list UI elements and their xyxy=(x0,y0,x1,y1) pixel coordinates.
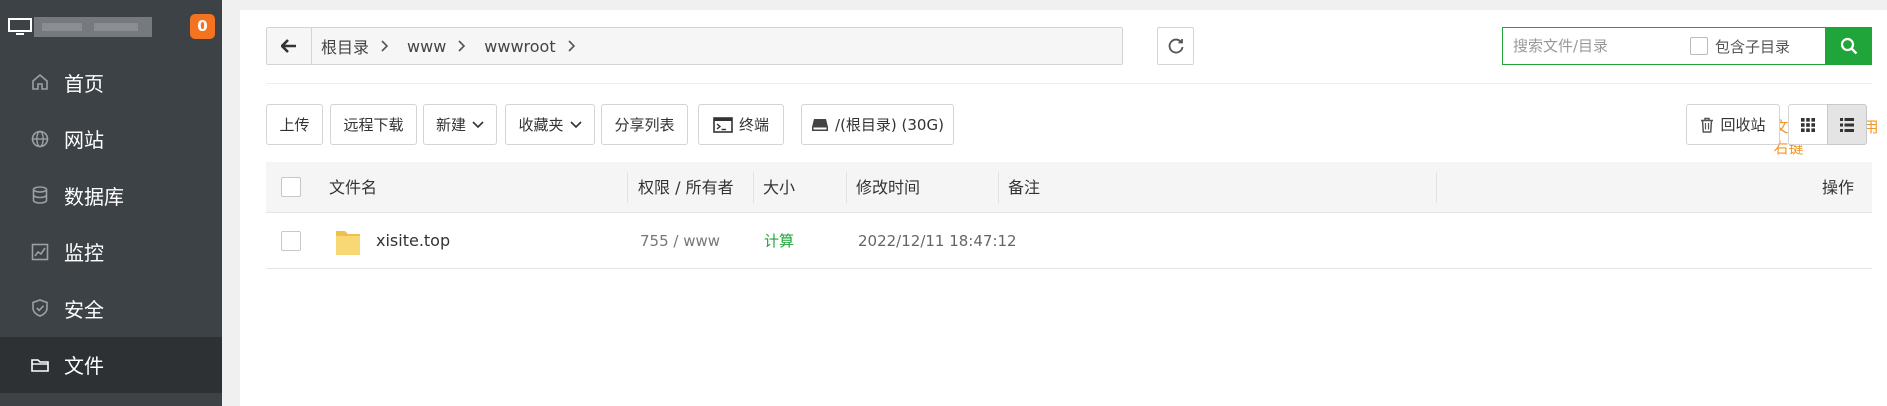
column-divider xyxy=(1436,172,1437,203)
sidebar-item-label: 安全 xyxy=(64,297,104,322)
refresh-icon xyxy=(1168,38,1183,54)
sidebar-item-label: 监控 xyxy=(64,241,104,266)
grid-view-icon xyxy=(1801,117,1815,132)
column-divider xyxy=(846,172,847,203)
sidebar: 0 首页 网站 数据库 监控 安全 文件 xyxy=(0,0,222,406)
header-size[interactable]: 大小 xyxy=(763,162,795,213)
breadcrumb-root[interactable]: 根目录 xyxy=(321,34,369,58)
header-filename[interactable]: 文件名 xyxy=(329,162,377,213)
modified-time: 2022/12/11 18:47:12 xyxy=(858,232,1017,250)
chevron-down-icon xyxy=(472,120,484,128)
disk-button[interactable]: /(根目录) (30G) xyxy=(801,104,954,145)
server-monitor-icon xyxy=(8,18,32,35)
include-subdir-checkbox[interactable] xyxy=(1690,37,1708,55)
favorites-dropdown-button[interactable]: 收藏夹 xyxy=(505,104,595,145)
search-button[interactable] xyxy=(1826,27,1872,65)
home-icon xyxy=(32,74,48,91)
arrow-left-icon xyxy=(281,39,296,53)
remote-download-label: 远程下载 xyxy=(343,116,404,134)
header-permission-owner[interactable]: 权限 / 所有者 xyxy=(638,162,734,213)
header-actions: 操作 xyxy=(1821,178,1854,197)
monitor-chart-icon xyxy=(31,243,49,261)
table-row[interactable]: xisite.top 755 / www 计算 2022/12/11 18:47… xyxy=(266,213,1872,269)
folder-icon xyxy=(336,231,360,255)
sidebar-item-files[interactable]: 文件 xyxy=(0,336,222,393)
column-divider xyxy=(998,172,999,203)
chevron-down-icon xyxy=(569,120,582,128)
breadcrumb: 根目录 www wwwroot xyxy=(321,28,594,64)
sidebar-item-database[interactable]: 数据库 xyxy=(0,167,222,224)
trash-icon xyxy=(1701,117,1714,133)
sidebar-item-label: 数据库 xyxy=(64,184,124,209)
hostname-redacted xyxy=(34,17,152,37)
column-divider xyxy=(627,172,628,203)
share-list-label: 分享列表 xyxy=(614,116,675,134)
back-button[interactable] xyxy=(267,28,312,64)
remote-download-button[interactable]: 远程下载 xyxy=(330,104,417,145)
chevron-right-icon xyxy=(568,40,575,52)
sidebar-header: 0 xyxy=(0,0,222,54)
breadcrumb-www[interactable]: www xyxy=(407,37,446,56)
row-checkbox[interactable] xyxy=(281,231,301,251)
sidebar-item-label: 首页 xyxy=(64,71,104,96)
header-remark: 备注 xyxy=(1008,178,1041,197)
hard-disk-icon xyxy=(812,118,829,131)
disk-label: /(根目录) (30G) xyxy=(835,116,944,134)
column-divider xyxy=(753,172,754,203)
sidebar-item-website[interactable]: 网站 xyxy=(0,111,222,168)
file-name-link[interactable]: xisite.top xyxy=(376,213,450,269)
terminal-icon xyxy=(713,116,733,133)
permission-owner[interactable]: 755 / www xyxy=(640,213,720,269)
upload-label: 上传 xyxy=(279,116,310,134)
file-manager-panel: 根目录 www wwwroot 包含子目录 上传 远程下载 新建 收藏夹 分享列… xyxy=(240,10,1887,406)
sidebar-item-label: 文件 xyxy=(64,354,104,379)
notification-badge[interactable]: 0 xyxy=(190,14,215,39)
include-subdir-label: 包含子目录 xyxy=(1715,38,1791,56)
list-view-icon xyxy=(1840,117,1854,132)
header-modified-time[interactable]: 修改时间 xyxy=(856,162,920,213)
upload-button[interactable]: 上传 xyxy=(266,104,323,145)
list-view-button[interactable] xyxy=(1827,104,1867,145)
shield-icon xyxy=(32,299,48,318)
new-label: 新建 xyxy=(435,116,466,134)
breadcrumb-wwwroot[interactable]: wwwroot xyxy=(484,37,555,56)
terminal-label: 终端 xyxy=(738,116,769,134)
share-list-button[interactable]: 分享列表 xyxy=(601,104,688,145)
sidebar-item-security[interactable]: 安全 xyxy=(0,280,222,337)
sidebar-item-monitor[interactable]: 监控 xyxy=(0,224,222,281)
globe-icon xyxy=(31,130,49,148)
sidebar-item-label: 网站 xyxy=(64,128,104,153)
new-dropdown-button[interactable]: 新建 xyxy=(423,104,497,145)
search-input[interactable] xyxy=(1503,28,1713,64)
database-icon xyxy=(32,186,48,205)
refresh-button[interactable] xyxy=(1157,27,1194,65)
chevron-right-icon xyxy=(458,40,466,52)
grid-view-button[interactable] xyxy=(1788,104,1828,145)
calculate-size-link[interactable]: 计算 xyxy=(764,213,794,269)
favorites-label: 收藏夹 xyxy=(518,116,564,134)
select-all-checkbox[interactable] xyxy=(281,177,301,197)
recycle-bin-button[interactable]: 回收站 xyxy=(1686,104,1780,145)
chevron-right-icon xyxy=(381,40,389,52)
sidebar-item-home[interactable]: 首页 xyxy=(0,54,222,111)
divider xyxy=(266,83,1872,84)
recycle-bin-label: 回收站 xyxy=(1720,116,1766,134)
path-bar[interactable]: 根目录 www wwwroot xyxy=(266,27,1123,65)
terminal-button[interactable]: 终端 xyxy=(698,104,784,145)
file-table-header: 文件名 权限 / 所有者 大小 修改时间 备注 操作 xyxy=(266,162,1872,213)
search-icon xyxy=(1840,37,1858,55)
folder-icon xyxy=(31,358,49,372)
